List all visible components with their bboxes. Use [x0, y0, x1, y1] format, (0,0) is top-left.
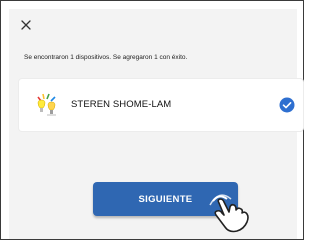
check-circle-icon[interactable] — [279, 97, 295, 113]
smart-bulb-icon — [37, 93, 56, 116]
device-name: STEREN SHOME-LAM — [71, 99, 172, 110]
screen-frame: Se encontraron 1 dispositivos. Se agrega… — [0, 0, 304, 240]
close-icon[interactable] — [19, 18, 33, 32]
dialog: Se encontraron 1 dispositivos. Se agrega… — [9, 9, 303, 239]
result-message: Se encontraron 1 dispositivos. Se agrega… — [24, 54, 188, 61]
tap-hand-icon — [209, 194, 249, 233]
device-list-item[interactable]: STEREN SHOME-LAM — [19, 79, 303, 131]
